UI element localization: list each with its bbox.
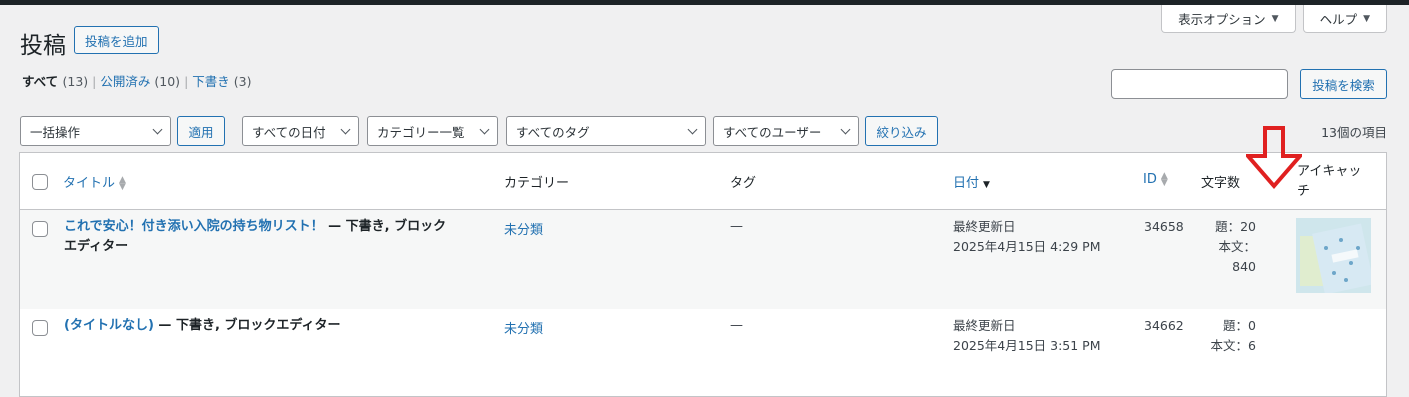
chevron-down-icon bbox=[479, 124, 490, 135]
category-filter-select[interactable]: カテゴリー一覧 bbox=[367, 116, 498, 146]
eyecatch-header-line1: アイキャッ bbox=[1297, 164, 1362, 179]
eyecatch-thumbnail[interactable] bbox=[1296, 218, 1371, 293]
title-char-count: 題：20 bbox=[1215, 219, 1256, 234]
column-eyecatch-header: アイキャッ チ bbox=[1297, 162, 1361, 202]
row-checkbox[interactable] bbox=[32, 320, 48, 336]
sort-arrows-icon: ▲ ▼ bbox=[119, 174, 126, 192]
chevron-down-icon bbox=[152, 124, 163, 135]
post-title-link[interactable]: (タイトルなし) bbox=[64, 318, 154, 333]
date-value: 2025年4月15日 3:51 PM bbox=[953, 338, 1101, 353]
date-filter-value: すべての日付 bbox=[252, 124, 326, 140]
view-all-count: (13) bbox=[62, 74, 89, 89]
sort-desc-icon: ▼ bbox=[983, 180, 990, 190]
search-posts-button[interactable]: 投稿を検索 bbox=[1300, 69, 1387, 99]
post-title-link[interactable]: これで安心！付き添い入院の持ち物リスト！ bbox=[64, 219, 324, 234]
word-count-cell: 題：20 本文：840 bbox=[1198, 217, 1256, 277]
post-id: 34662 bbox=[1144, 318, 1184, 333]
screen-options-label: 表示オプション bbox=[1178, 12, 1266, 27]
column-id-header[interactable]: ID ▲ ▼ bbox=[1143, 170, 1168, 188]
post-status-views: すべて (13) | 公開済み (10) | 下書き (3) bbox=[22, 71, 252, 90]
chevron-down-icon bbox=[340, 124, 351, 135]
table-row: これで安心！付き添い入院の持ち物リスト！ — 下書き, ブロック エディター 未… bbox=[20, 210, 1386, 309]
user-filter-value: すべてのユーザー bbox=[723, 124, 822, 140]
word-count-cell: 題：0 本文：6 bbox=[1198, 316, 1256, 356]
tag-value: — bbox=[730, 219, 743, 234]
date-cell: 最終更新日 2025年4月15日 4:29 PM bbox=[953, 217, 1101, 257]
caret-down-icon: ▼ bbox=[1363, 13, 1370, 24]
date-cell: 最終更新日 2025年4月15日 3:51 PM bbox=[953, 316, 1101, 356]
column-title-label: タイトル bbox=[63, 176, 116, 191]
category-filter-value: カテゴリー一覧 bbox=[377, 124, 465, 140]
help-button[interactable]: ヘルプ ▼ bbox=[1302, 5, 1387, 33]
screen-meta-links: 表示オプション ▼ ヘルプ ▼ bbox=[1161, 5, 1387, 33]
chevron-down-icon bbox=[840, 124, 851, 135]
post-state: — 下書き, ブロック bbox=[323, 219, 447, 234]
chevron-down-icon bbox=[687, 124, 698, 135]
separator: | bbox=[92, 74, 97, 89]
item-count: 13個の項目 bbox=[1321, 125, 1387, 140]
user-filter-select[interactable]: すべてのユーザー bbox=[713, 116, 859, 146]
column-title-header[interactable]: タイトル ▲ ▼ bbox=[63, 172, 126, 191]
screen-options-button[interactable]: 表示オプション ▼ bbox=[1161, 5, 1296, 33]
row-checkbox[interactable] bbox=[32, 221, 48, 237]
category-link[interactable]: 未分類 bbox=[504, 318, 543, 337]
column-word-count-header: 文字数 bbox=[1201, 176, 1241, 191]
post-state: — 下書き, ブロックエディター bbox=[153, 318, 341, 333]
date-status: 最終更新日 bbox=[953, 318, 1016, 333]
column-id-label: ID bbox=[1143, 172, 1157, 187]
post-title-cell: これで安心！付き添い入院の持ち物リスト！ — 下書き, ブロック エディター bbox=[64, 217, 484, 257]
red-down-arrow-icon bbox=[1246, 126, 1302, 190]
help-label: ヘルプ bbox=[1319, 12, 1358, 27]
body-char-count: 本文：840 bbox=[1218, 239, 1256, 274]
category-link[interactable]: 未分類 bbox=[504, 219, 543, 238]
view-drafts[interactable]: 下書き (3) bbox=[192, 74, 251, 89]
add-new-post-button[interactable]: 投稿を追加 bbox=[74, 26, 159, 54]
apply-button[interactable]: 適用 bbox=[177, 116, 225, 146]
view-published-count: (10) bbox=[154, 74, 181, 89]
posts-table: タイトル ▲ ▼ カテゴリー タグ 日付 ▼ ID ▲ ▼ 文字数 アイキャッ チ これで… bbox=[19, 152, 1387, 397]
tag-value: — bbox=[730, 318, 743, 333]
view-all[interactable]: すべて (13) bbox=[22, 74, 88, 89]
column-date-header[interactable]: 日付 ▼ bbox=[953, 172, 990, 191]
post-title-cell: (タイトルなし) — 下書き, ブロックエディター bbox=[64, 316, 484, 336]
filter-button[interactable]: 絞り込み bbox=[865, 116, 938, 146]
select-all-checkbox[interactable] bbox=[32, 174, 48, 190]
separator: | bbox=[184, 74, 189, 89]
table-header: タイトル ▲ ▼ カテゴリー タグ 日付 ▼ ID ▲ ▼ 文字数 アイキャッ チ bbox=[20, 153, 1386, 210]
post-id: 34658 bbox=[1144, 219, 1184, 234]
date-filter-select[interactable]: すべての日付 bbox=[242, 116, 359, 146]
body-char-count: 本文：6 bbox=[1210, 338, 1256, 353]
search-input[interactable] bbox=[1111, 69, 1288, 99]
date-value: 2025年4月15日 4:29 PM bbox=[953, 239, 1101, 254]
page-title: 投稿 bbox=[20, 33, 66, 59]
view-published-label: 公開済み bbox=[100, 74, 151, 89]
column-date-label: 日付 bbox=[953, 176, 980, 191]
post-state-cont: エディター bbox=[64, 239, 129, 254]
tag-filter-select[interactable]: すべてのタグ bbox=[506, 116, 706, 146]
view-published[interactable]: 公開済み (10) bbox=[100, 74, 180, 89]
view-drafts-label: 下書き bbox=[192, 74, 230, 89]
tag-filter-value: すべてのタグ bbox=[516, 124, 590, 140]
bulk-action-value: 一括操作 bbox=[30, 124, 81, 140]
view-drafts-count: (3) bbox=[233, 74, 252, 89]
table-row: (タイトルなし) — 下書き, ブロックエディター 未分類 — 最終更新日 20… bbox=[20, 309, 1386, 396]
column-tag-header: タグ bbox=[730, 176, 757, 191]
thumbnail-image bbox=[1296, 218, 1371, 293]
title-char-count: 題：0 bbox=[1223, 318, 1256, 333]
sort-arrows-icon: ▲ ▼ bbox=[1160, 170, 1168, 188]
date-status: 最終更新日 bbox=[953, 219, 1016, 234]
bulk-action-select[interactable]: 一括操作 bbox=[20, 116, 171, 146]
column-category-header: カテゴリー bbox=[504, 176, 570, 191]
view-all-label: すべて bbox=[22, 74, 59, 89]
caret-down-icon: ▼ bbox=[1271, 13, 1279, 24]
